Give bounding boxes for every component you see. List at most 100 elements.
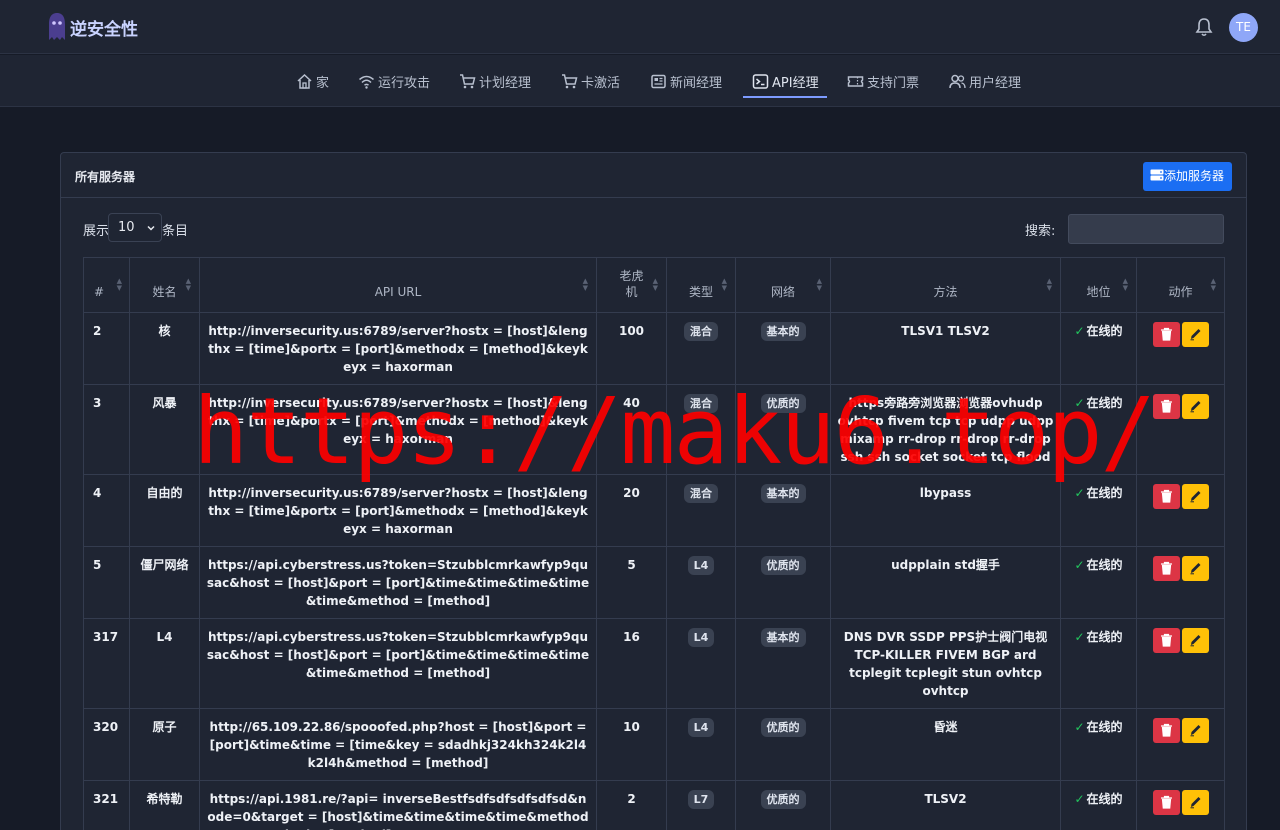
show-label: 展示 (83, 224, 110, 239)
nav-tickets-label: 支持门票 (867, 76, 920, 91)
cell-status: ✓ 在线的 (1060, 708, 1137, 781)
cell-network: 优质的 (735, 384, 831, 475)
col-api-url[interactable]: API URL ▲ ▼ (199, 257, 597, 313)
type-badge: L4 (687, 556, 715, 575)
status-label: 在线的 (1086, 324, 1123, 338)
nav-attack-label: 运行攻击 (378, 76, 431, 91)
nav-tickets[interactable]: 支持门票 (847, 72, 919, 92)
type-badge: L7 (687, 790, 715, 809)
check-icon: ✓ (1074, 792, 1085, 806)
cell-type: L4 (666, 618, 736, 709)
newspaper-icon (651, 74, 666, 89)
cell-network: 基本的 (735, 312, 831, 385)
col-network[interactable]: 网络 ▲ ▼ (735, 257, 831, 313)
cell-type: L4 (666, 546, 736, 619)
delete-button[interactable] (1152, 322, 1180, 347)
add-server-button[interactable]: 添加服务器 (1143, 162, 1232, 191)
status-label: 在线的 (1086, 396, 1123, 410)
bell-icon[interactable] (1195, 17, 1213, 37)
active-tab-indicator (743, 96, 827, 98)
col-id[interactable]: # ▲ ▼ (83, 257, 130, 313)
search-input[interactable] (1068, 214, 1224, 244)
cell-actions (1136, 708, 1225, 781)
type-badge: 混合 (684, 322, 718, 341)
edit-button[interactable] (1181, 628, 1209, 653)
delete-button[interactable] (1152, 718, 1180, 743)
entries-label: 条目 (162, 224, 189, 239)
delete-button[interactable] (1152, 628, 1180, 653)
cell-status: ✓ 在线的 (1060, 474, 1137, 547)
edit-button[interactable] (1181, 556, 1209, 581)
cell-actions (1136, 546, 1225, 619)
status-label: 在线的 (1086, 720, 1123, 734)
cell-methods: udpplain std握手 (830, 546, 1061, 619)
delete-button[interactable] (1152, 394, 1180, 419)
status-indicator: ✓ 在线的 (1074, 720, 1122, 734)
status-indicator: ✓ 在线的 (1074, 324, 1122, 338)
cell-slots: 2 (596, 780, 667, 830)
nav-home[interactable]: 家 (296, 72, 329, 92)
cell-methods: TLSV1 TLSV2 (830, 312, 1061, 385)
sort-arrows-icon: ▲ ▼ (116, 277, 122, 292)
main-navigation: 家 运行攻击 计划经理 卡激活 新闻经理 API经理 支持门票 用户经理 (0, 55, 1280, 107)
check-icon: ✓ (1074, 324, 1085, 338)
cell-actions (1136, 618, 1225, 709)
cell-name: 核 (129, 312, 200, 385)
cell-status: ✓ 在线的 (1060, 312, 1137, 385)
sort-arrows-icon: ▲ ▼ (185, 277, 191, 292)
table-row: 5 僵尸网络 https://api.cyberstress.us?token=St… (83, 546, 1225, 619)
page-length-select[interactable]: 10 (108, 213, 162, 242)
check-icon: ✓ (1074, 630, 1085, 644)
server-icon (1150, 169, 1164, 181)
sort-arrows-icon: ▲ ▼ (582, 277, 588, 292)
nav-card-activation[interactable]: 卡激活 (561, 72, 620, 92)
edit-button[interactable] (1181, 718, 1209, 743)
delete-button[interactable] (1152, 556, 1180, 581)
delete-button[interactable] (1152, 484, 1180, 509)
nav-api[interactable]: API经理 (752, 72, 819, 92)
col-methods[interactable]: 方法 ▲ ▼ (830, 257, 1061, 313)
status-indicator: ✓ 在线的 (1074, 792, 1122, 806)
nav-plans[interactable]: 计划经理 (459, 72, 531, 92)
col-slots[interactable]: 老虎机 ▲ ▼ (596, 257, 667, 313)
col-slots-line1: 老虎 (619, 269, 644, 283)
cell-name: L4 (129, 618, 200, 709)
cell-slots: 5 (596, 546, 667, 619)
edit-button[interactable] (1181, 790, 1209, 815)
card-title: 所有服务器 (75, 170, 136, 184)
pencil-icon (1189, 329, 1202, 344)
cell-network: 基本的 (735, 474, 831, 547)
network-badge: 基本的 (760, 628, 806, 647)
edit-button[interactable] (1181, 322, 1209, 347)
delete-button[interactable] (1152, 790, 1180, 815)
col-id-label: # (94, 285, 105, 299)
brand-name[interactable]: 逆安全性 (70, 15, 138, 40)
trash-icon (1160, 489, 1173, 506)
cell-name: 自由的 (129, 474, 200, 547)
cell-name: 希特勒 (129, 780, 200, 830)
sort-arrows-icon: ▲ ▼ (1122, 277, 1128, 292)
status-indicator: ✓ 在线的 (1074, 486, 1122, 500)
col-status[interactable]: 地位 ▲ ▼ (1060, 257, 1137, 313)
pencil-icon (1189, 797, 1202, 812)
cell-methods: 昏迷 (830, 708, 1061, 781)
type-badge: L4 (687, 718, 715, 737)
nav-news[interactable]: 新闻经理 (650, 72, 722, 92)
ghost-logo-icon[interactable] (48, 12, 66, 42)
edit-button[interactable] (1181, 394, 1209, 419)
users-icon (949, 74, 966, 89)
type-badge: 混合 (684, 484, 718, 503)
user-avatar[interactable]: TE (1229, 13, 1258, 42)
nav-users[interactable]: 用户经理 (949, 72, 1021, 92)
cell-methods: lbypass (830, 474, 1061, 547)
edit-button[interactable] (1181, 484, 1209, 509)
trash-icon (1160, 561, 1173, 578)
status-label: 在线的 (1086, 792, 1123, 806)
nav-attack[interactable]: 运行攻击 (358, 72, 430, 92)
check-icon: ✓ (1074, 720, 1085, 734)
pencil-icon (1189, 401, 1202, 416)
col-actions[interactable]: 动作 ▲ ▼ (1136, 257, 1225, 313)
col-name[interactable]: 姓名 ▲ ▼ (129, 257, 200, 313)
cell-id: 317 (83, 618, 130, 709)
col-type[interactable]: 类型 ▲ ▼ (666, 257, 736, 313)
